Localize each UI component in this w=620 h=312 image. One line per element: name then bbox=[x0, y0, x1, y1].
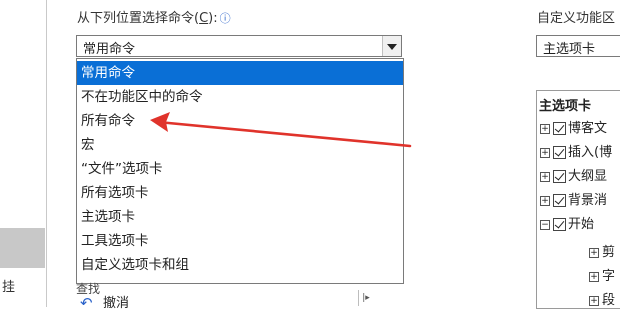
option-custom-tabs-groups[interactable]: 自定义选项卡和组 bbox=[77, 253, 403, 277]
checkbox-checked[interactable] bbox=[553, 170, 566, 183]
tree-child-label: 段 bbox=[602, 293, 616, 308]
chevron-down-icon[interactable] bbox=[382, 36, 401, 56]
checkbox-checked[interactable] bbox=[553, 146, 566, 159]
info-icon[interactable]: ⓘ bbox=[220, 12, 231, 25]
submenu-arrow-icon: |▸ bbox=[358, 290, 373, 306]
checkbox-checked[interactable] bbox=[553, 218, 566, 231]
nav-partial-label: 挂 bbox=[2, 280, 16, 295]
expand-icon[interactable]: + bbox=[540, 147, 550, 158]
tree-header: 主选项卡 bbox=[539, 99, 592, 114]
choose-commands-options-list[interactable]: 常用命令 不在功能区中的命令 所有命令 宏 “文件”选项卡 所有选项卡 主选项卡… bbox=[76, 58, 404, 284]
tree-node-label: 插入(博 bbox=[568, 145, 613, 160]
ribbon-tabs-tree[interactable]: 主选项卡 + 博客文 + 插入(博 + 大纲显 + 背景消 − 开始 + 剪 + 字 + 段 bbox=[536, 90, 620, 309]
choose-commands-label: 从下列位置选择命令(C): ⓘ bbox=[77, 7, 231, 26]
tree-node-label: 背景消 bbox=[568, 193, 608, 208]
tree-child-group[interactable]: + 段 bbox=[589, 289, 615, 308]
customize-ribbon-label: 自定义功能区 bbox=[537, 11, 616, 26]
tree-node-label: 大纲显 bbox=[568, 169, 608, 184]
label-suffix: ): bbox=[208, 11, 218, 26]
undo-icon: ↶ bbox=[80, 294, 93, 312]
expand-icon[interactable]: + bbox=[540, 171, 550, 182]
tree-node-tab[interactable]: + 大纲显 bbox=[540, 165, 607, 185]
tree-child-group[interactable]: + 剪 bbox=[589, 241, 615, 260]
option-macros[interactable]: 宏 bbox=[77, 133, 403, 157]
option-all-commands[interactable]: 所有命令 bbox=[77, 109, 403, 133]
choose-commands-dropdown[interactable]: 常用命令 bbox=[76, 35, 402, 57]
tree-node-tab[interactable]: + 背景消 bbox=[540, 189, 607, 209]
option-all-tabs[interactable]: 所有选项卡 bbox=[77, 181, 403, 205]
expand-icon[interactable]: + bbox=[540, 123, 550, 134]
tree-node-label: 博客文 bbox=[568, 121, 608, 136]
ribbon-dropdown-value: 主选项卡 bbox=[543, 42, 596, 57]
option-file-tab[interactable]: “文件”选项卡 bbox=[77, 157, 403, 181]
tree-node-tab[interactable]: + 插入(博 bbox=[540, 141, 612, 161]
tree-node-label: 开始 bbox=[568, 217, 595, 232]
customize-ribbon-dropdown[interactable]: 主选项卡 bbox=[536, 35, 620, 57]
dropdown-selected-value: 常用命令 bbox=[83, 42, 136, 57]
left-navigation-strip: 挂 bbox=[0, 0, 47, 307]
undo-command[interactable]: 撤消 bbox=[103, 292, 129, 311]
tree-child-group[interactable]: + 字 bbox=[589, 265, 615, 284]
checkbox-checked[interactable] bbox=[553, 194, 566, 207]
option-common-commands[interactable]: 常用命令 bbox=[77, 61, 403, 85]
expand-icon[interactable]: + bbox=[589, 247, 599, 258]
option-commands-not-in-ribbon[interactable]: 不在功能区中的命令 bbox=[77, 85, 403, 109]
label-accesskey: C bbox=[199, 11, 209, 26]
tree-child-label: 剪 bbox=[602, 245, 616, 260]
checkbox-checked[interactable] bbox=[553, 122, 566, 135]
expand-icon[interactable]: + bbox=[589, 271, 599, 282]
collapse-icon[interactable]: − bbox=[540, 219, 550, 230]
option-tool-tabs[interactable]: 工具选项卡 bbox=[77, 229, 403, 253]
nav-selected-item[interactable] bbox=[0, 228, 45, 268]
option-main-tabs[interactable]: 主选项卡 bbox=[77, 205, 403, 229]
expand-icon[interactable]: + bbox=[540, 195, 550, 206]
commands-list-behind: 查找 ↶ 撤消 |▸ bbox=[76, 282, 376, 312]
expand-icon[interactable]: + bbox=[589, 295, 599, 306]
tree-node-tab[interactable]: + 博客文 bbox=[540, 117, 607, 137]
tree-child-label: 字 bbox=[602, 269, 616, 284]
tree-node-tab[interactable]: − 开始 bbox=[540, 213, 594, 233]
label-prefix: 从下列位置选择命令( bbox=[77, 11, 200, 26]
